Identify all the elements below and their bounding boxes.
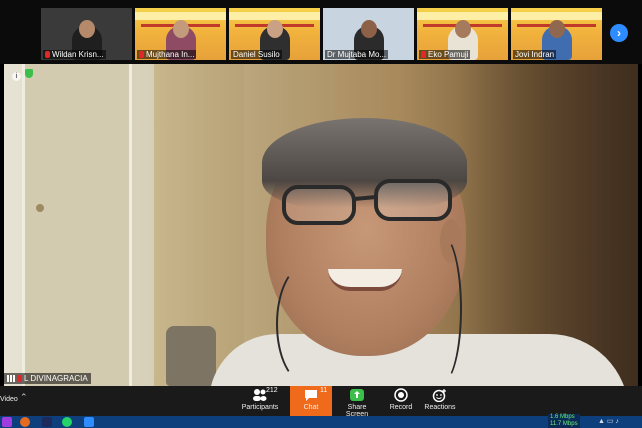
mic-muted-icon [139,51,144,58]
mic-muted-icon [45,51,50,58]
shield-icon[interactable] [25,69,33,78]
participant-strip: Wildan Krisn... Mujthana In... Daniel Su… [0,0,642,64]
glasses [282,179,452,225]
participant-name: Jovi Indran [515,50,555,59]
share-screen-button[interactable]: Share Screen [336,386,378,418]
participant-name: Dr Mujtaba Mo... [327,50,387,59]
mic-muted-icon [17,375,22,382]
reactions-button[interactable]: Reactions [422,386,458,416]
mic-muted-icon [421,51,426,58]
chat-unread-count: 11 [320,387,328,394]
share-screen-icon [350,389,364,401]
app-icon[interactable] [2,417,12,427]
signal-icon [7,375,15,382]
chat-icon [305,390,317,401]
active-speaker-video [4,64,638,386]
system-tray: ▲ ▭ ♪ [598,418,619,425]
participant-tile[interactable]: Wildan Krisn... [41,8,132,60]
network-speed: 1.6 Mbps 11.7 Mbps [548,414,580,428]
os-taskbar [0,416,642,428]
record-button[interactable]: Record [384,386,418,416]
chevron-up-icon[interactable]: ⌃ [20,392,28,403]
info-icon[interactable]: i [12,72,21,81]
participant-name: Eko Pamuji [428,50,469,59]
meeting-toolbar: Participants 212 Chat 11 Share Screen Re… [0,386,642,418]
participant-tile[interactable]: Daniel Susilo [229,8,320,60]
participant-tile[interactable]: Jovi Indran [511,8,602,60]
participant-name: Mujthana In... [146,50,195,59]
participant-tile[interactable]: Mujthana In... [135,8,226,60]
participant-name: Wildan Krisn... [52,50,104,59]
participant-tile[interactable]: Eko Pamuji [417,8,508,60]
reactions-icon [432,389,446,402]
firefox-icon[interactable] [20,417,30,427]
whatsapp-icon[interactable] [62,417,72,427]
video-button[interactable]: Video [0,396,18,403]
photoshop-icon[interactable] [42,417,52,427]
chevron-right-icon[interactable]: › [610,24,628,42]
speaker-name-label: L DIVINAGRACIA [4,373,91,384]
participants-count: 212 [266,387,278,394]
participant-name: Daniel Susilo [233,50,280,59]
zoom-icon[interactable] [84,417,94,427]
participant-tile[interactable]: Dr Mujtaba Mo... [323,8,414,60]
record-icon [394,388,408,402]
